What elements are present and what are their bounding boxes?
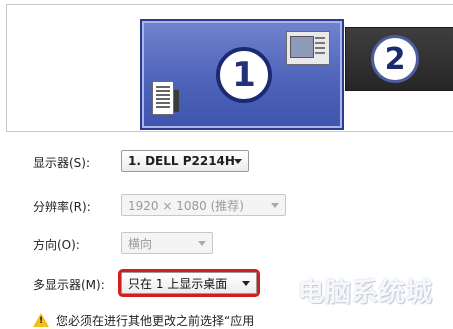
chevron-down-icon — [234, 159, 242, 164]
orientation-label: 方向(O): — [33, 238, 80, 252]
resolution-label: 分辨率(R): — [33, 200, 91, 214]
monitor-1-number-badge: 1 — [216, 47, 272, 103]
document-thumbnail-icon — [152, 81, 179, 115]
resolution-select-value: 1920 × 1080 (推荐) — [128, 198, 244, 213]
chevron-down-icon — [242, 281, 250, 286]
chevron-down-icon — [271, 203, 279, 208]
warning-text: 您必须在进行其他更改之前选择“应用 — [56, 314, 255, 328]
monitor-preview-area: 1 2 — [6, 4, 453, 132]
resolution-select[interactable]: 1920 × 1080 (推荐) — [121, 194, 286, 216]
monitor-2[interactable]: 2 — [345, 27, 453, 91]
warning-triangle-icon: ! — [33, 313, 49, 327]
display-label: 显示器(S): — [33, 156, 91, 170]
window-thumbnail-icon — [286, 31, 330, 65]
orientation-select-value: 横向 — [128, 236, 153, 251]
chevron-down-icon — [198, 241, 206, 246]
monitor-1[interactable]: 1 — [140, 19, 344, 130]
monitor-2-number-badge: 2 — [371, 35, 419, 83]
multiple-displays-select-value: 只在 1 上显示桌面 — [128, 276, 228, 291]
display-select[interactable]: 1. DELL P2214H — [121, 150, 249, 172]
multiple-displays-select[interactable]: 只在 1 上显示桌面 — [121, 272, 257, 294]
multiple-displays-label: 多显示器(M): — [33, 278, 105, 292]
orientation-select[interactable]: 横向 — [121, 232, 213, 254]
watermark: 电脑系统城 — [298, 278, 434, 308]
display-select-value: 1. DELL P2214H — [128, 154, 235, 168]
